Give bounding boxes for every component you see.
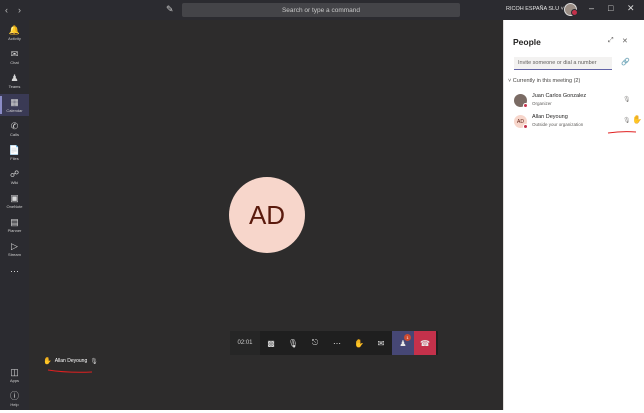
rail-item-onenote[interactable]: ▣ OneNote: [0, 190, 29, 212]
close-window-icon[interactable]: ✕: [627, 3, 635, 14]
call-controls: 02:01 ▩ 🎙 ⎋ ⋯ ✋ ✉ ♟ 1 ☎: [230, 331, 438, 355]
invite-input[interactable]: Invite someone or dial a number: [514, 57, 612, 70]
mic-button[interactable]: 🎙: [282, 331, 304, 355]
more-apps-button[interactable]: ⋯: [0, 260, 29, 282]
meeting-stage: AD ✋ Allan Deyoung 🎙 02:01 ▩ 🎙 ⎋ ⋯ ✋ ✉ ♟…: [29, 20, 503, 410]
teams-icon: ♟: [10, 72, 19, 83]
file-icon: 📄: [8, 144, 21, 155]
rail-item-label: Wiki: [10, 179, 19, 185]
annotation-underline: [607, 131, 637, 134]
participant-role: Organizer: [532, 101, 552, 106]
rail-item-stream[interactable]: ▷ Stream: [0, 238, 29, 260]
hang-up-icon: ☎: [420, 338, 430, 348]
title-bar: ‹ › ✎ Search or type a command RICOH ESP…: [0, 0, 644, 20]
more-icon: ⋯: [10, 265, 19, 276]
search-placeholder: Search or type a command: [281, 6, 361, 14]
annotation-underline: [47, 369, 93, 373]
rail-item-label: Apps: [9, 377, 20, 383]
rail-item-teams[interactable]: ♟ Teams: [0, 70, 29, 92]
compose-icon[interactable]: ✎: [166, 4, 178, 16]
onenote-icon: ▣: [10, 192, 19, 203]
rail-item-label: OneNote: [6, 203, 23, 209]
rail-item-wiki[interactable]: ☍ Wiki: [0, 166, 29, 188]
presence-busy-icon: [523, 124, 528, 129]
hand-icon: ✋: [354, 338, 364, 348]
org-switcher[interactable]: RICOH ESPAÑA SLU ˅: [506, 6, 564, 12]
forward-icon[interactable]: ›: [18, 5, 21, 15]
mic-off-icon: 🎙: [623, 118, 631, 124]
minimize-icon[interactable]: –: [589, 3, 594, 13]
share-button[interactable]: ⎋: [304, 331, 326, 355]
section-header[interactable]: ˅ Currently in this meeting (2): [508, 78, 580, 84]
participant-name: Juan Carlos Gonzalez: [532, 93, 587, 99]
maximize-icon[interactable]: □: [608, 3, 613, 13]
rail-item-label: Help: [10, 401, 19, 407]
mic-off-icon: 🎙: [287, 338, 299, 348]
people-panel: People ⤢ ✕ Invite someone or dial a numb…: [503, 20, 644, 410]
link-icon[interactable]: 🔗: [621, 58, 630, 66]
stream-icon: ▷: [11, 240, 18, 251]
help-icon: ⓘ: [9, 390, 19, 401]
rail-item-label: Activity: [8, 35, 21, 41]
rail-item-label: Teams: [8, 83, 21, 89]
rail-item-help[interactable]: ⓘ Help: [0, 388, 29, 410]
calendar-icon: ▦: [10, 96, 19, 107]
rail-item-apps[interactable]: ◫ Apps: [0, 364, 29, 386]
raised-hand-icon: ✋: [43, 358, 52, 365]
mic-off-icon: 🎙: [623, 97, 631, 103]
apps-icon: ◫: [10, 366, 19, 377]
rail-item-chat[interactable]: ✉ Chat: [0, 46, 29, 68]
participant-row[interactable]: Juan Carlos Gonzalez Organizer 🎙: [514, 93, 639, 111]
more-icon: ⋯: [333, 338, 341, 348]
section-label: Currently in this meeting (2): [512, 78, 581, 84]
bell-icon: 🔔: [8, 24, 21, 35]
rail-item-label: Calls: [10, 131, 19, 137]
participants-badge: 1: [404, 334, 411, 341]
close-panel-icon[interactable]: ✕: [622, 37, 628, 45]
org-name: RICOH ESPAÑA SLU: [506, 6, 560, 12]
call-timer: 02:01: [230, 331, 260, 355]
rail-item-planner[interactable]: ▤ Planner: [0, 214, 29, 236]
rail-item-label: Calendar: [6, 107, 23, 113]
hang-up-button[interactable]: ☎: [414, 331, 436, 355]
participant-avatar: AD: [229, 177, 305, 253]
more-actions-button[interactable]: ⋯: [326, 331, 348, 355]
presence-busy-icon: [523, 103, 528, 108]
chat-icon: ✉: [10, 48, 19, 59]
raise-hand-button[interactable]: ✋: [348, 331, 370, 355]
invite-placeholder: Invite someone or dial a number: [518, 60, 597, 66]
rail-item-label: Stream: [8, 251, 21, 257]
search-input[interactable]: Search or type a command: [182, 3, 460, 17]
app-rail: 🔔 Activity ✉ Chat ♟ Teams ▦ Calendar ✆ Calls …: [0, 20, 29, 410]
participant-name-tag: ✋ Allan Deyoung 🎙: [43, 357, 98, 365]
rail-item-calls[interactable]: ✆ Calls: [0, 118, 29, 140]
pop-out-icon[interactable]: ⤢: [608, 37, 614, 45]
show-participants-button[interactable]: ♟ 1: [392, 331, 414, 355]
participant-tag-name: Allan Deyoung: [54, 358, 88, 364]
participant-name: Allan Deyoung: [532, 114, 568, 120]
chevron-down-icon: ˅: [508, 78, 512, 84]
wiki-icon: ☍: [9, 168, 20, 179]
camera-off-icon: ▩: [267, 338, 275, 348]
profile-avatar[interactable]: [564, 3, 578, 16]
rail-item-activity[interactable]: 🔔 Activity: [0, 22, 29, 44]
rail-item-label: Chat: [10, 59, 19, 65]
rail-item-label: Files: [10, 155, 19, 161]
rail-item-calendar[interactable]: ▦ Calendar: [0, 94, 29, 116]
back-icon[interactable]: ‹: [5, 5, 8, 15]
participant-role: Outside your organization: [532, 122, 584, 127]
chat-button[interactable]: ✉: [370, 331, 392, 355]
panel-title: People: [513, 37, 541, 47]
rail-item-files[interactable]: 📄 Files: [0, 142, 29, 164]
nav-arrows: ‹ ›: [0, 5, 21, 15]
camera-button[interactable]: ▩: [260, 331, 282, 355]
phone-icon: ✆: [10, 120, 19, 131]
chat-icon: ✉: [377, 338, 385, 348]
share-screen-icon: ⎋: [311, 338, 319, 347]
raised-hand-icon: ✋: [632, 115, 642, 124]
mic-off-icon: 🎙: [90, 358, 98, 365]
planner-icon: ▤: [10, 216, 19, 227]
rail-item-label: Planner: [7, 227, 22, 233]
